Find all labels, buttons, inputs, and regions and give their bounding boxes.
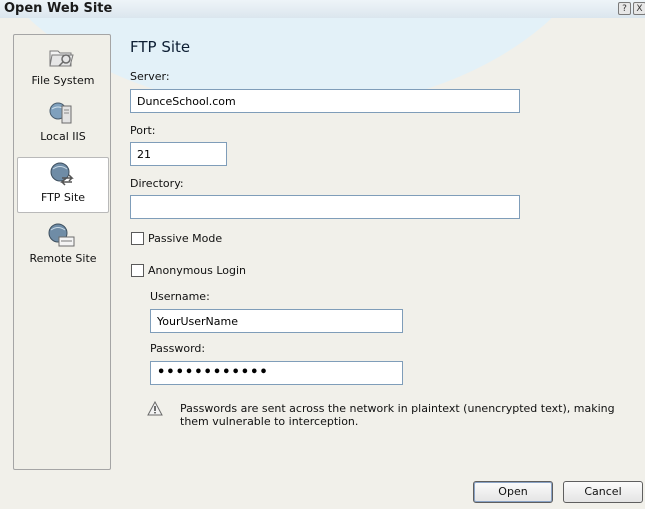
open-button[interactable]: Open [473,481,553,503]
http-globe-icon [48,223,75,247]
cancel-button[interactable]: Cancel [563,481,643,503]
sidebar-item-label: Local IIS [40,130,86,143]
port-label: Port: [130,124,156,137]
title-bar: Open Web Site ? X [0,0,645,18]
sidebar-item-file-system[interactable]: File System [17,41,109,97]
local-iis-icon [49,102,72,124]
sidebar-item-label: Remote Site [29,252,97,265]
page-title: FTP Site [130,38,191,56]
password-input[interactable]: •••••••••••• [150,361,403,385]
location-sidebar: File System Local IIS FTP Site Remote Si… [13,34,111,470]
username-label: Username: [150,290,210,303]
sidebar-item-label: FTP Site [40,191,86,204]
password-label: Password: [150,342,206,355]
ftp-globe-icon [50,162,74,186]
passive-mode-label: Passive Mode [148,232,223,245]
directory-input[interactable] [130,195,520,219]
server-label: Server: [130,70,170,83]
window-title: Open Web Site [4,1,113,16]
anonymous-login-checkbox[interactable] [131,264,144,277]
passive-mode-checkbox[interactable] [131,232,144,245]
server-input[interactable] [130,89,520,113]
plaintext-password-warning: Passwords are sent across the network in… [180,402,615,428]
sidebar-item-ftp-site[interactable]: FTP Site [17,157,109,213]
directory-label: Directory: [130,177,184,190]
folder-icon [49,50,74,67]
anonymous-login-label: Anonymous Login [148,264,247,277]
sidebar-item-local-iis[interactable]: Local IIS [17,97,109,153]
warning-icon [147,401,163,416]
close-button[interactable]: X [633,2,645,15]
open-web-site-dialog: Open Web Site ? X File System Local IIS [0,0,645,509]
port-input[interactable] [130,142,227,166]
help-button[interactable]: ? [618,2,631,15]
sidebar-item-label: File System [31,74,95,87]
sidebar-item-remote-site[interactable]: Remote Site [17,219,109,275]
username-input[interactable] [150,309,403,333]
